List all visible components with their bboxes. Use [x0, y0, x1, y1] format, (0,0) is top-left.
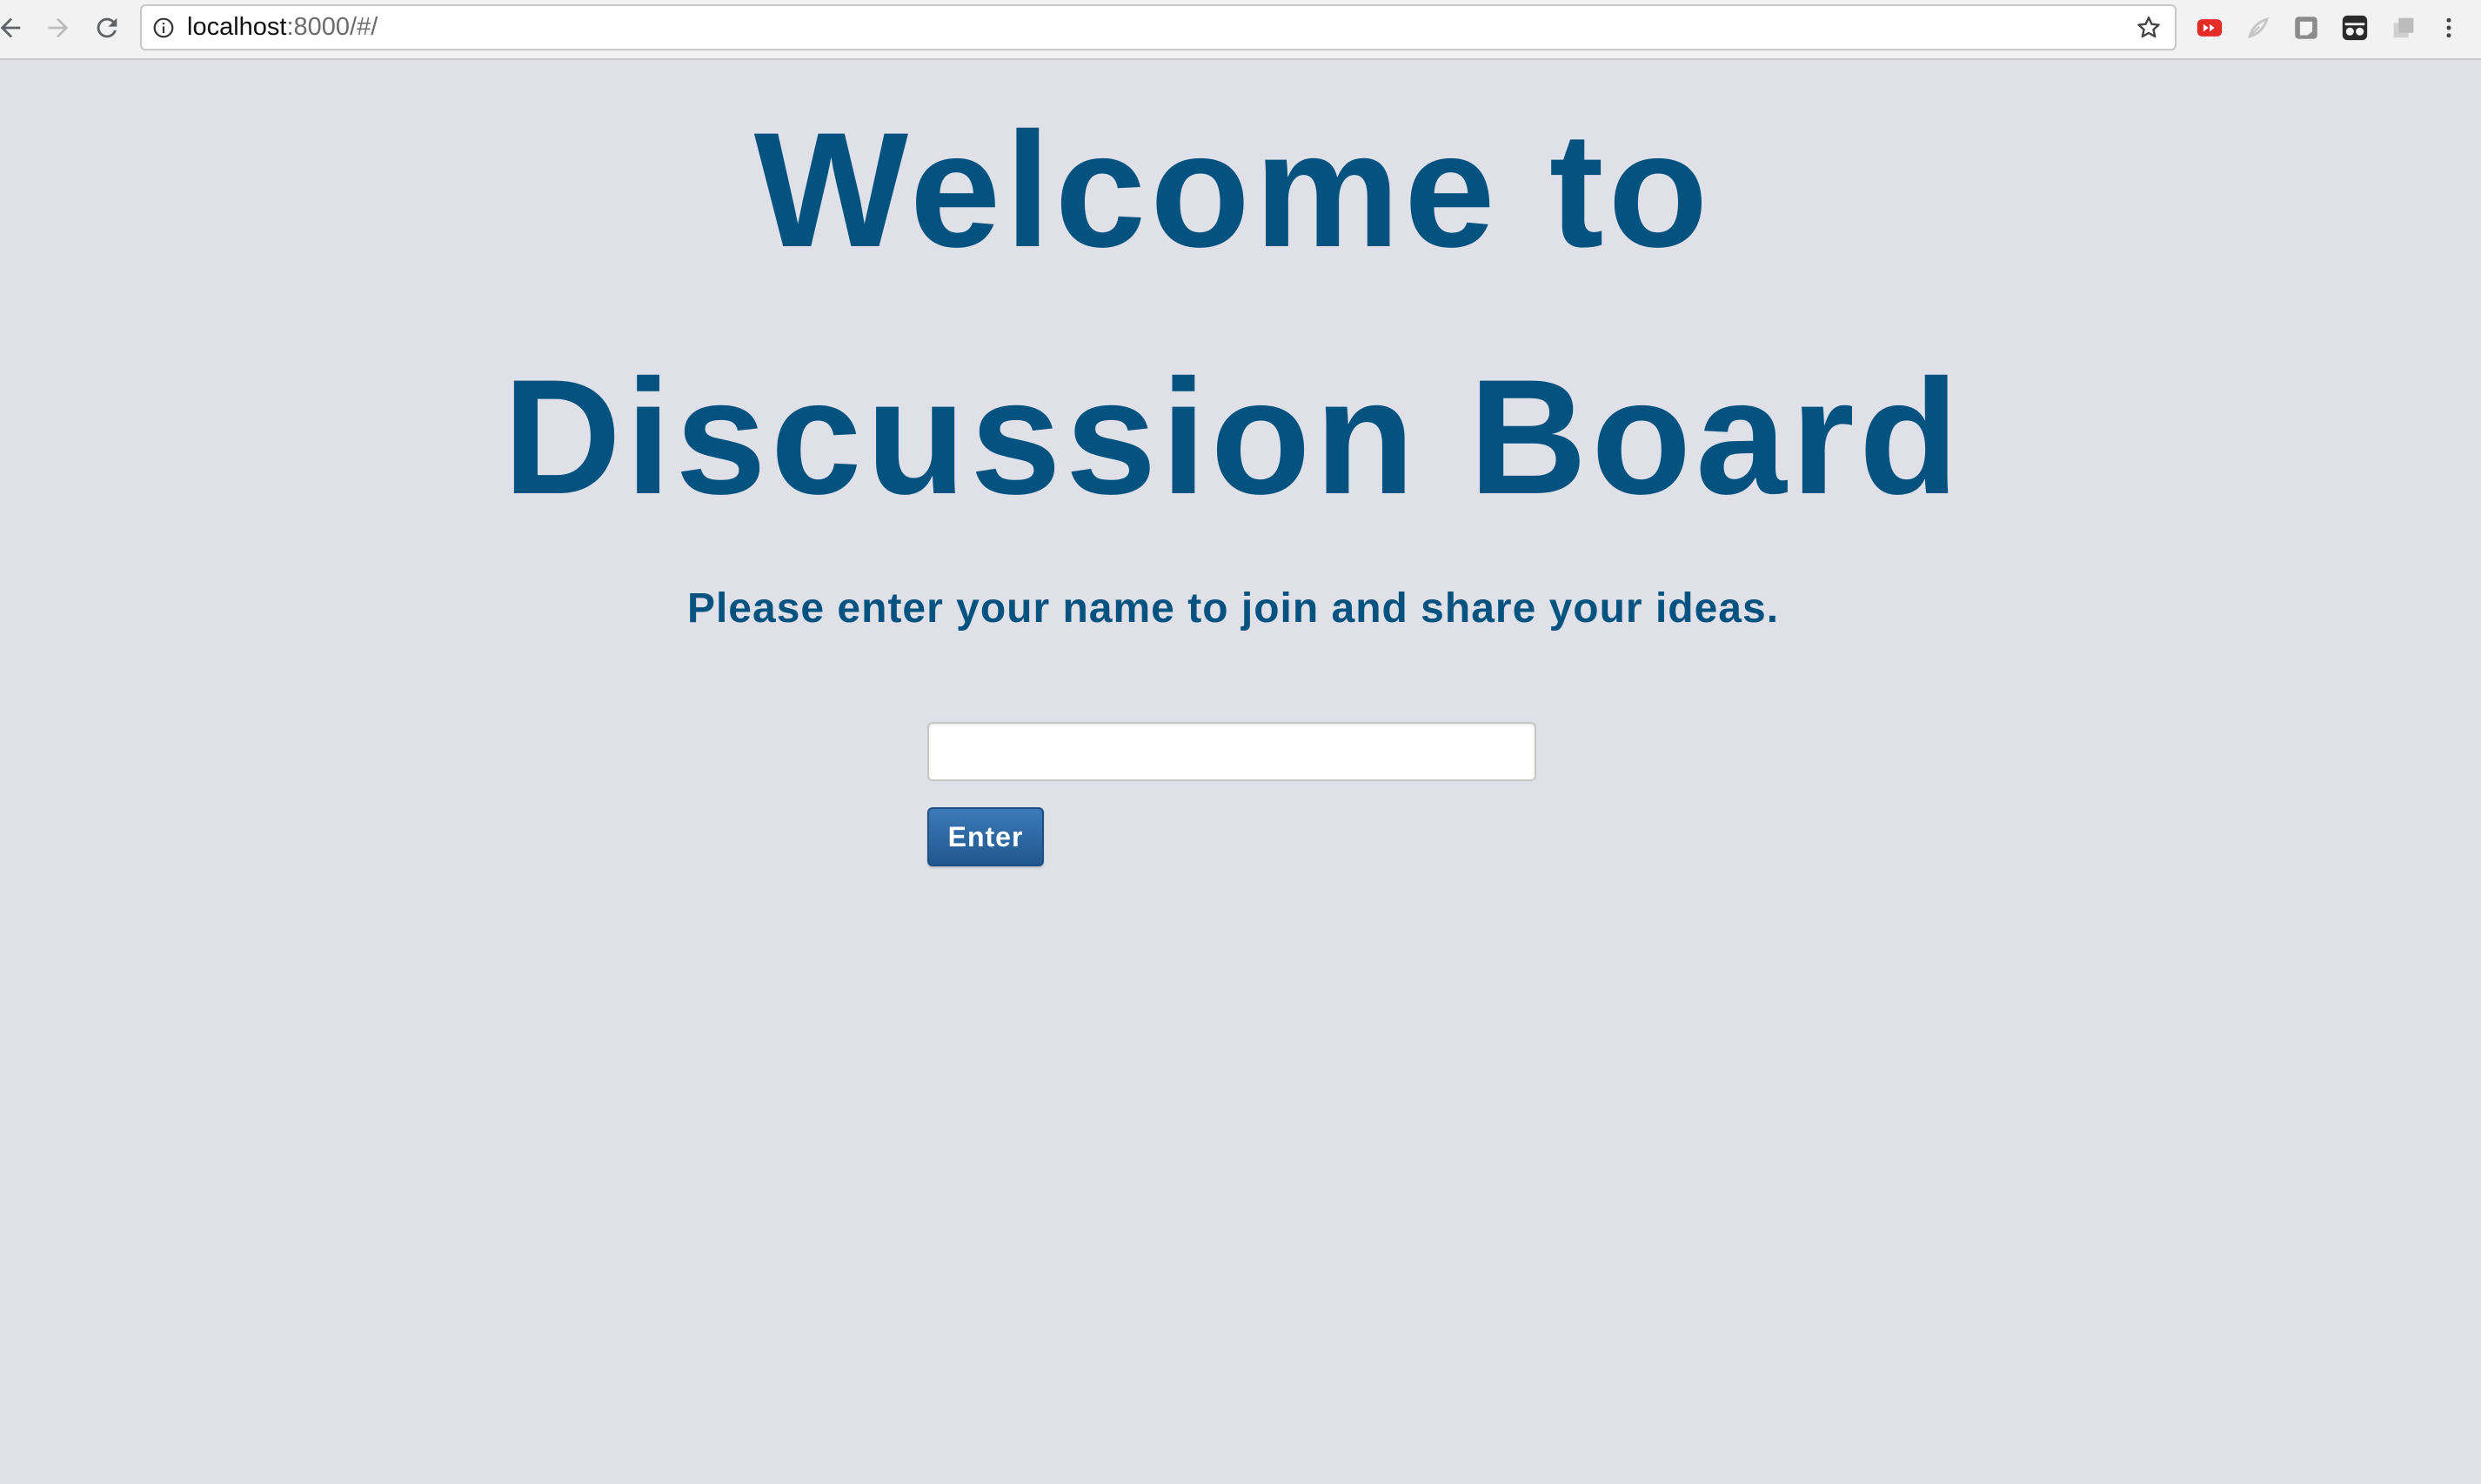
reload-button[interactable] — [90, 10, 124, 45]
stack-extension-button[interactable] — [2388, 12, 2419, 43]
box-extension-button[interactable] — [2290, 12, 2322, 43]
page-title-line-1: Welcome to — [753, 98, 1713, 281]
forward-button[interactable] — [41, 10, 76, 45]
address-bar[interactable]: localhost:8000/#/ — [140, 4, 2177, 50]
youtube-extension-button[interactable] — [2194, 12, 2225, 43]
url-text[interactable]: localhost:8000/#/ — [187, 6, 378, 49]
stack-extension-icon — [2393, 17, 2414, 38]
page-subtitle: Please enter your name to join and share… — [686, 585, 1780, 632]
page-content: Welcome to Discussion Board Please enter… — [0, 62, 2481, 1484]
feather-extension-button[interactable] — [2243, 12, 2274, 43]
youtube-extension-icon — [2197, 19, 2223, 37]
info-icon[interactable] — [152, 17, 175, 39]
back-arrow-icon — [0, 17, 21, 38]
incognito-extension-icon — [2342, 15, 2368, 41]
page-title-line-2: Discussion Board — [503, 345, 1963, 528]
feather-extension-icon — [2248, 17, 2270, 38]
enter-button[interactable]: Enter — [927, 807, 1044, 866]
kebab-menu-icon — [2446, 17, 2451, 38]
back-button[interactable] — [0, 10, 28, 45]
reload-icon — [97, 17, 117, 38]
url-path: :8000/#/ — [286, 13, 378, 41]
box-extension-icon — [2295, 17, 2317, 39]
name-input[interactable] — [927, 722, 1536, 781]
star-icon[interactable] — [2135, 14, 2163, 42]
incognito-extension-button[interactable] — [2339, 12, 2371, 43]
browser-toolbar: localhost:8000/#/ — [0, 0, 2481, 60]
url-host: localhost — [187, 13, 287, 41]
browser-menu-button[interactable] — [2436, 12, 2462, 43]
forward-arrow-icon — [48, 17, 69, 38]
